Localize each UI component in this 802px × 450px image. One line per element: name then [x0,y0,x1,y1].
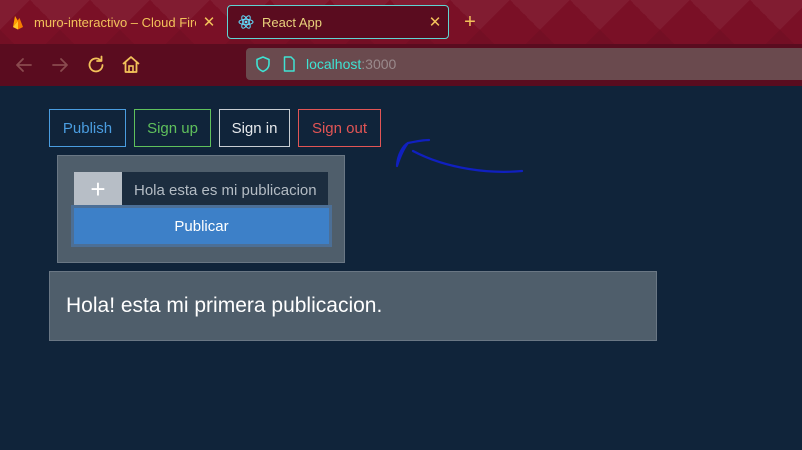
url-port: :3000 [361,56,397,72]
sign-out-button[interactable]: Sign out [298,109,381,147]
post-input[interactable] [122,172,328,208]
browser-tab-firebase[interactable]: muro-interactivo – Cloud Firest ✕ [0,5,222,39]
back-arrow-icon[interactable] [12,53,36,77]
forward-arrow-icon[interactable] [48,53,72,77]
publish-button[interactable]: Publish [49,109,126,147]
tab-title: React App [262,14,322,30]
firebase-icon [13,16,23,30]
tab-title: muro-interactivo – Cloud Firest [34,14,196,30]
post-text: Hola! esta mi primera publicacion. [66,294,383,317]
page-icon[interactable] [280,55,298,73]
react-icon [238,15,254,29]
tab-close-icon[interactable]: ✕ [422,13,448,31]
annotation-arrow-icon [395,138,524,173]
browser-tab-strip: muro-interactivo – Cloud Firest ✕ React … [0,0,802,44]
sign-in-button[interactable]: Sign in [219,109,290,147]
new-tab-button[interactable]: + [458,5,482,39]
browser-tab-react-app[interactable]: React App ✕ [227,5,449,39]
home-icon[interactable] [119,53,143,77]
sign-up-button[interactable]: Sign up [134,109,211,147]
tab-close-icon[interactable]: ✕ [196,13,222,31]
publicar-button[interactable]: Publicar [71,205,332,247]
shield-icon[interactable] [254,55,272,73]
address-bar[interactable]: localhost:3000 [246,48,802,80]
reload-icon[interactable] [84,53,108,77]
url-host: localhost [306,56,362,72]
post-composer: + Publicar [57,155,345,263]
post-card: Hola! esta mi primera publicacion. [49,271,657,341]
add-image-button[interactable]: + [74,172,122,208]
